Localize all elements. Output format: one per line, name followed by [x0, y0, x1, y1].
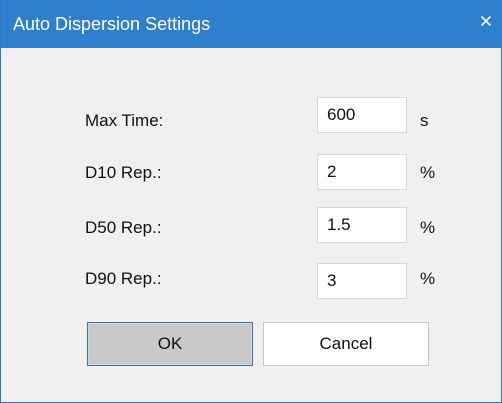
d50-rep-input[interactable]	[317, 207, 407, 243]
d90-rep-label: D90 Rep.:	[85, 269, 162, 288]
d10-rep-label: D10 Rep.:	[85, 163, 162, 182]
close-button[interactable]	[469, 0, 502, 42]
d90-rep-input[interactable]	[317, 263, 407, 299]
title-bar: Auto Dispersion Settings	[1, 0, 502, 48]
ok-button-label: OK	[157, 334, 183, 353]
ok-button[interactable]: OK	[87, 322, 253, 366]
max-time-label: Max Time:	[85, 111, 164, 130]
max-time-input[interactable]	[317, 97, 407, 133]
cancel-button-label: Cancel	[319, 334, 373, 353]
auto-dispersion-settings-dialog: Auto Dispersion Settings Max Time: s D10…	[0, 0, 502, 403]
cancel-button[interactable]: Cancel	[263, 322, 429, 366]
d10-rep-unit: %	[420, 163, 436, 182]
d50-rep-unit: %	[420, 218, 436, 237]
d50-rep-label: D50 Rep.:	[85, 218, 162, 237]
d90-rep-unit: %	[420, 269, 436, 288]
close-icon	[480, 15, 492, 27]
dialog-title: Auto Dispersion Settings	[13, 14, 211, 34]
d10-rep-input[interactable]	[317, 154, 407, 190]
max-time-unit: s	[420, 111, 429, 130]
